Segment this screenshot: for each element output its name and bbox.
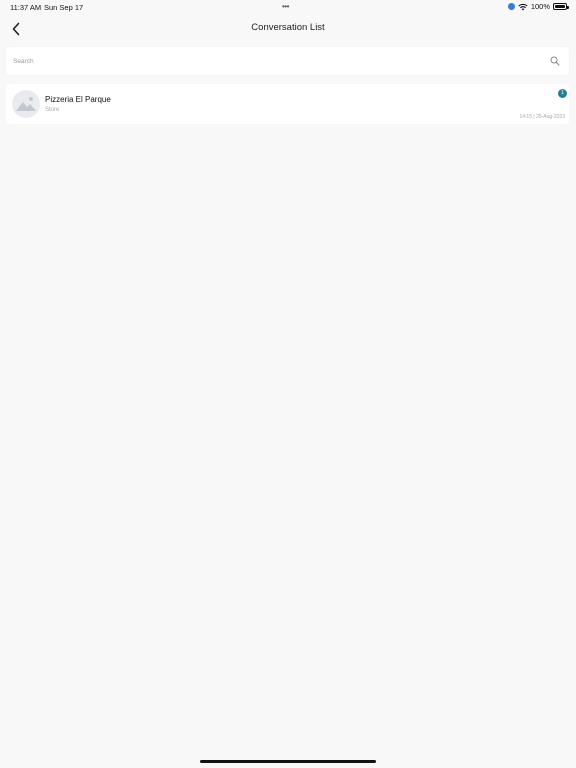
page-title: Conversation List	[251, 22, 325, 33]
location-icon	[507, 3, 515, 10]
status-time: 11:37 AM	[10, 3, 42, 12]
search-icon[interactable]	[550, 56, 560, 66]
conversation-subtitle: Store	[45, 107, 60, 113]
navigation-bar: Conversation List	[0, 14, 576, 44]
conversation-name: Pizzeria El Parque	[45, 95, 111, 104]
search-input[interactable]	[6, 47, 536, 75]
multitasking-dots[interactable]: •••	[282, 2, 289, 11]
status-bar: 11:37 AM Sun Sep 17 ••• 100%	[0, 0, 576, 14]
wifi-icon	[518, 3, 528, 10]
battery-icon	[553, 3, 569, 10]
battery-percent: 100%	[530, 2, 550, 11]
search-bar	[6, 47, 569, 75]
conversation-list-item[interactable]: Pizzeria El Parque Store 1 14:15 | 25-Au…	[6, 84, 569, 124]
status-indicators: 100%	[507, 2, 569, 11]
image-placeholder-icon	[16, 97, 36, 111]
conversation-timestamp: 14:15 | 25-Aug-2023	[519, 114, 565, 120]
avatar	[12, 90, 40, 118]
status-date: Sun Sep 17	[44, 3, 84, 12]
home-indicator[interactable]	[200, 760, 376, 763]
unread-badge: 1	[558, 89, 567, 98]
